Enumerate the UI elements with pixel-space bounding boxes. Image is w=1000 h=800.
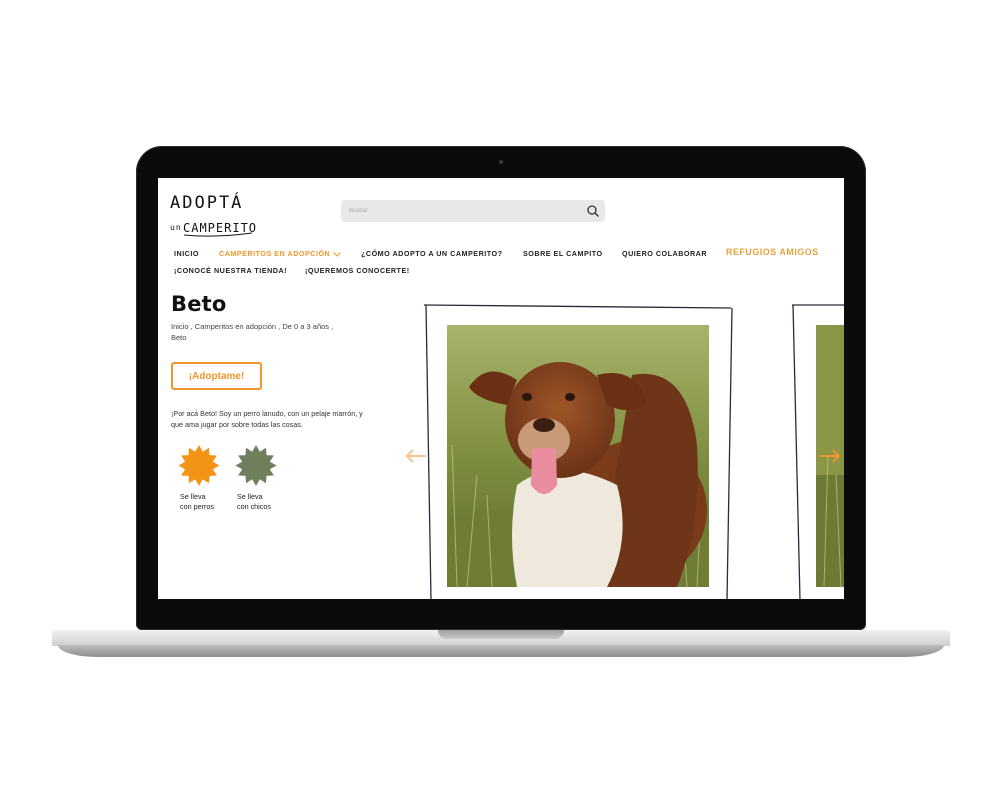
breadcrumb-item-edad[interactable]: De 0 a 3 años <box>282 322 329 331</box>
carousel-next-arrow-icon[interactable] <box>818 448 842 464</box>
sun-badge-icon <box>178 445 220 486</box>
nav-item-queremos-conocerte[interactable]: ¡QUEREMOS CONOCERTE! <box>305 266 410 275</box>
trait-badge-perros: Se lleva con perros <box>178 444 220 511</box>
trait-label-line1: Se lleva <box>180 492 206 501</box>
search-bar <box>341 200 605 222</box>
chevron-down-icon <box>333 251 342 257</box>
nav-item-quiero-colaborar[interactable]: QUIERO COLABORAR <box>622 249 707 258</box>
nav-item-como-adopto[interactable]: ¿CÓMO ADOPTO A UN CAMPERITO? <box>361 249 503 258</box>
dog-photo <box>447 325 709 587</box>
logo-small-text: un <box>170 223 182 232</box>
trait-badge-chicos: Se lleva con chicos <box>235 444 277 511</box>
sun-badge-icon <box>235 445 277 486</box>
dog-photo-card <box>424 302 734 599</box>
nav-item-inicio[interactable]: INICIO <box>174 249 199 258</box>
adopt-button[interactable]: ¡Adoptame! <box>171 362 262 390</box>
laptop-base-bottom <box>58 645 944 657</box>
laptop-mockup: ADOPTÁ un CAMPERITO INICIO CAMPERITOS EN… <box>0 0 1000 800</box>
trait-label-line2: con perros <box>180 502 214 511</box>
breadcrumb-item-inicio[interactable]: Inicio <box>171 322 189 331</box>
breadcrumb: Inicio , Camperitos en adopción , De 0 a… <box>171 322 334 342</box>
trait-label: Se lleva con perros <box>180 492 240 512</box>
dog-description: ¡Por acá Beto! Soy un perro lanudo, con … <box>171 409 363 429</box>
website-screen: ADOPTÁ un CAMPERITO INICIO CAMPERITOS EN… <box>158 178 844 599</box>
trait-label: Se lleva con chicos <box>237 492 297 512</box>
nav-item-sobre-el-campito[interactable]: SOBRE EL CAMPITO <box>523 249 603 258</box>
laptop-notch <box>438 630 564 639</box>
site-logo[interactable]: ADOPTÁ un CAMPERITO <box>170 186 266 238</box>
logo-line2: CAMPERITO <box>183 221 257 235</box>
search-icon[interactable] <box>586 204 600 218</box>
webcam <box>499 160 503 164</box>
nav-item-refugios-amigos[interactable]: REFUGIOS AMIGOS <box>726 247 819 257</box>
nav-item-tienda[interactable]: ¡CONOCÉ NUESTRA TIENDA! <box>174 266 287 275</box>
breadcrumb-item-camperitos[interactable]: Camperitos en adopción <box>195 322 276 331</box>
logo-line1: ADOPTÁ <box>170 191 243 213</box>
trait-label-line1: Se lleva <box>237 492 263 501</box>
breadcrumb-item-current: Beto <box>171 333 187 342</box>
nav-item-label: CAMPERITOS EN ADOPCIÓN <box>219 249 331 258</box>
nav-item-camperitos-en-adopcion[interactable]: CAMPERITOS EN ADOPCIÓN <box>219 249 342 258</box>
page-title: Beto <box>171 292 227 316</box>
trait-label-line2: con chicos <box>237 502 271 511</box>
search-input[interactable] <box>341 200 581 222</box>
